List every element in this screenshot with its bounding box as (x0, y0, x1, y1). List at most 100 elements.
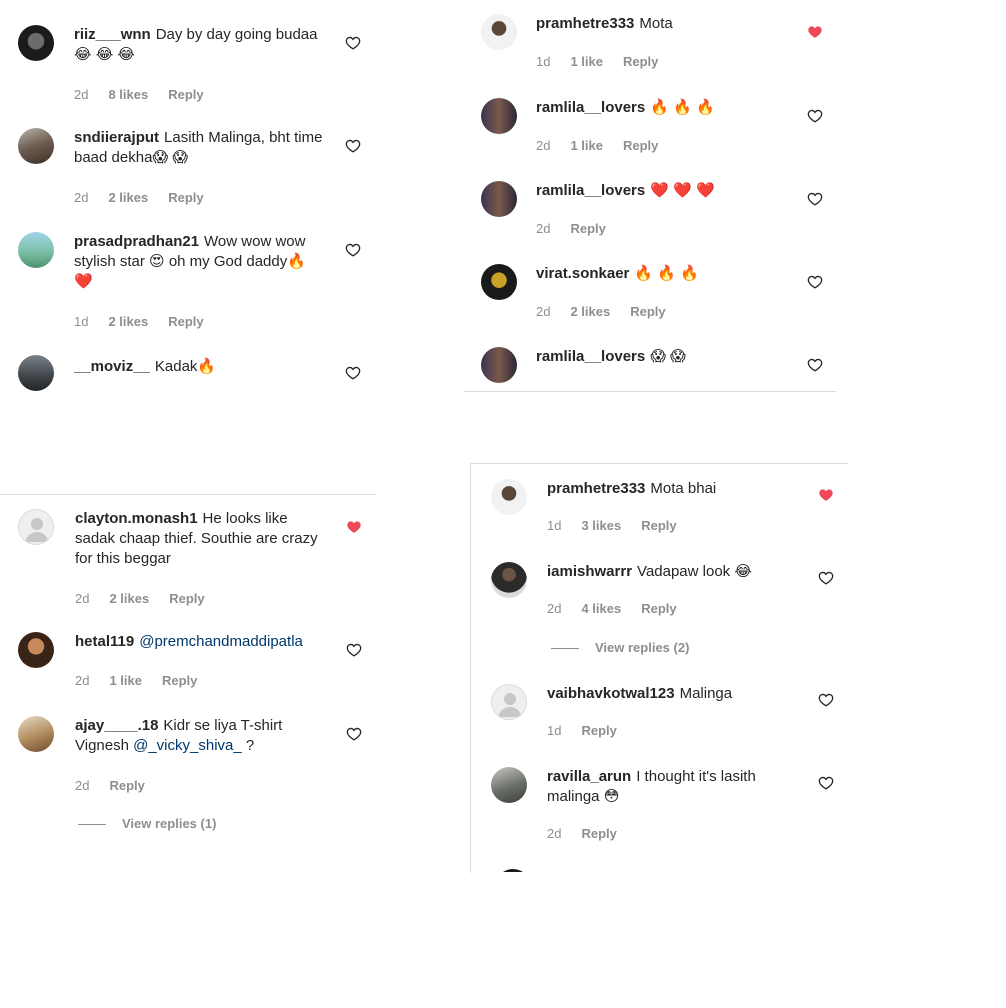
likes-count[interactable]: 2 likes (570, 304, 610, 319)
avatar[interactable] (481, 181, 517, 217)
timestamp[interactable]: 2d (75, 591, 89, 606)
username[interactable]: ajay____.18 (75, 717, 158, 734)
comment-body: prasadpradhan21 Wow wow wow stylish star … (74, 232, 329, 292)
likes-count[interactable]: 2 likes (108, 314, 148, 329)
mention-link[interactable]: @premchandmaddipatla (139, 633, 303, 650)
reply-button[interactable]: Reply (630, 304, 665, 319)
avatar[interactable] (491, 562, 527, 598)
likes-count[interactable]: 4 likes (581, 601, 621, 616)
timestamp[interactable]: 2d (75, 778, 89, 793)
heart-outline-icon[interactable] (345, 35, 361, 51)
username[interactable]: clayton.monash1 (75, 510, 198, 527)
timestamp[interactable]: 2d (74, 87, 88, 102)
heart-outline-icon[interactable] (345, 138, 361, 154)
reply-button[interactable]: Reply (641, 601, 676, 616)
reply-button[interactable]: Reply (623, 138, 658, 153)
username[interactable]: riiz___wnn (74, 26, 151, 43)
reply-button[interactable]: Reply (581, 723, 616, 738)
comment-meta: 2d 2 likes Reply (536, 304, 686, 320)
avatar[interactable] (481, 98, 517, 134)
heart-outline-icon[interactable] (818, 692, 834, 708)
heart-outline-icon[interactable] (807, 191, 823, 207)
username[interactable]: __moviz__ (74, 358, 150, 375)
reply-button[interactable]: Reply (109, 778, 144, 793)
timestamp[interactable]: 2d (547, 826, 561, 841)
likes-count[interactable]: 1 like (109, 673, 142, 688)
heart-filled-icon[interactable] (807, 24, 823, 40)
reply-button[interactable]: Reply (641, 518, 676, 533)
avatar[interactable] (491, 767, 527, 803)
mention-link[interactable]: @_vicky_shiva_ (133, 737, 242, 754)
timestamp[interactable]: 1d (74, 314, 88, 329)
avatar-partial[interactable] (495, 869, 531, 872)
heart-outline-icon[interactable] (807, 108, 823, 124)
reply-button[interactable]: Reply (623, 54, 658, 69)
heart-filled-icon[interactable] (346, 519, 362, 535)
likes-count[interactable]: 2 likes (108, 190, 148, 205)
username[interactable]: ravilla_arun (547, 768, 631, 785)
username[interactable]: pramhetre333 (536, 15, 634, 32)
avatar[interactable] (481, 347, 517, 383)
comment-text-end: ? (245, 737, 255, 754)
username[interactable]: ramlila__lovers (536, 182, 645, 199)
reply-button[interactable]: Reply (168, 190, 203, 205)
timestamp[interactable]: 1d (547, 723, 561, 738)
comment-meta: 2d 1 like Reply (75, 673, 217, 689)
heart-outline-icon[interactable] (818, 775, 834, 791)
reply-button[interactable]: Reply (570, 221, 605, 236)
avatar[interactable] (18, 632, 54, 668)
avatar[interactable] (481, 264, 517, 300)
avatar[interactable] (18, 716, 54, 752)
likes-count[interactable]: 1 like (570, 138, 603, 153)
avatar[interactable] (18, 232, 54, 268)
comments-panel-top-left: riiz___wnn Day by day going budaa 😂 😂 😂 2… (0, 0, 380, 420)
comment-meta: 2d 2 likes Reply (74, 190, 224, 206)
reply-button[interactable]: Reply (169, 591, 204, 606)
heart-outline-icon[interactable] (807, 274, 823, 290)
heart-filled-icon[interactable] (818, 487, 834, 503)
reply-button[interactable]: Reply (168, 314, 203, 329)
view-replies-button[interactable]: View replies (1) (78, 816, 216, 831)
likes-count[interactable]: 1 like (570, 54, 603, 69)
heart-outline-icon[interactable] (345, 365, 361, 381)
username[interactable]: sndiierajput (74, 129, 159, 146)
username[interactable]: vaibhavkotwal123 (547, 685, 675, 702)
username[interactable]: hetal119 (75, 633, 134, 650)
username[interactable]: prasadpradhan21 (74, 233, 199, 250)
heart-outline-icon[interactable] (807, 357, 823, 373)
avatar[interactable] (491, 479, 527, 515)
heart-outline-icon[interactable] (346, 726, 362, 742)
heart-outline-icon[interactable] (818, 570, 834, 586)
reply-button[interactable]: Reply (162, 673, 197, 688)
timestamp[interactable]: 2d (74, 190, 88, 205)
reply-button[interactable]: Reply (581, 826, 616, 841)
timestamp[interactable]: 2d (536, 221, 550, 236)
avatar[interactable] (18, 25, 54, 61)
username[interactable]: pramhetre333 (547, 480, 645, 497)
likes-count[interactable]: 8 likes (108, 87, 148, 102)
username[interactable]: ramlila__lovers (536, 99, 645, 116)
username[interactable]: virat.sonkaer (536, 265, 629, 282)
timestamp[interactable]: 2d (536, 138, 550, 153)
username[interactable]: iamishwarrr (547, 563, 632, 580)
timestamp[interactable]: 1d (536, 54, 550, 69)
heart-outline-icon[interactable] (345, 242, 361, 258)
comment-meta: 2d 8 likes Reply (74, 87, 224, 103)
heart-outline-icon[interactable] (346, 642, 362, 658)
likes-count[interactable]: 2 likes (109, 591, 149, 606)
timestamp[interactable]: 1d (547, 518, 561, 533)
reply-button[interactable]: Reply (168, 87, 203, 102)
timestamp[interactable]: 2d (536, 304, 550, 319)
avatar-default[interactable] (18, 509, 54, 545)
comment-item: ramlila__lovers 😱 😱 (481, 347, 831, 387)
timestamp[interactable]: 2d (547, 601, 561, 616)
view-replies-button[interactable]: View replies (2) (551, 640, 689, 655)
avatar[interactable] (481, 14, 517, 50)
avatar-default[interactable] (491, 684, 527, 720)
comment-item: virat.sonkaer 🔥 🔥 🔥 2d 2 likes Reply (481, 264, 831, 324)
username[interactable]: ramlila__lovers (536, 348, 645, 365)
avatar[interactable] (18, 128, 54, 164)
timestamp[interactable]: 2d (75, 673, 89, 688)
likes-count[interactable]: 3 likes (581, 518, 621, 533)
avatar[interactable] (18, 355, 54, 391)
